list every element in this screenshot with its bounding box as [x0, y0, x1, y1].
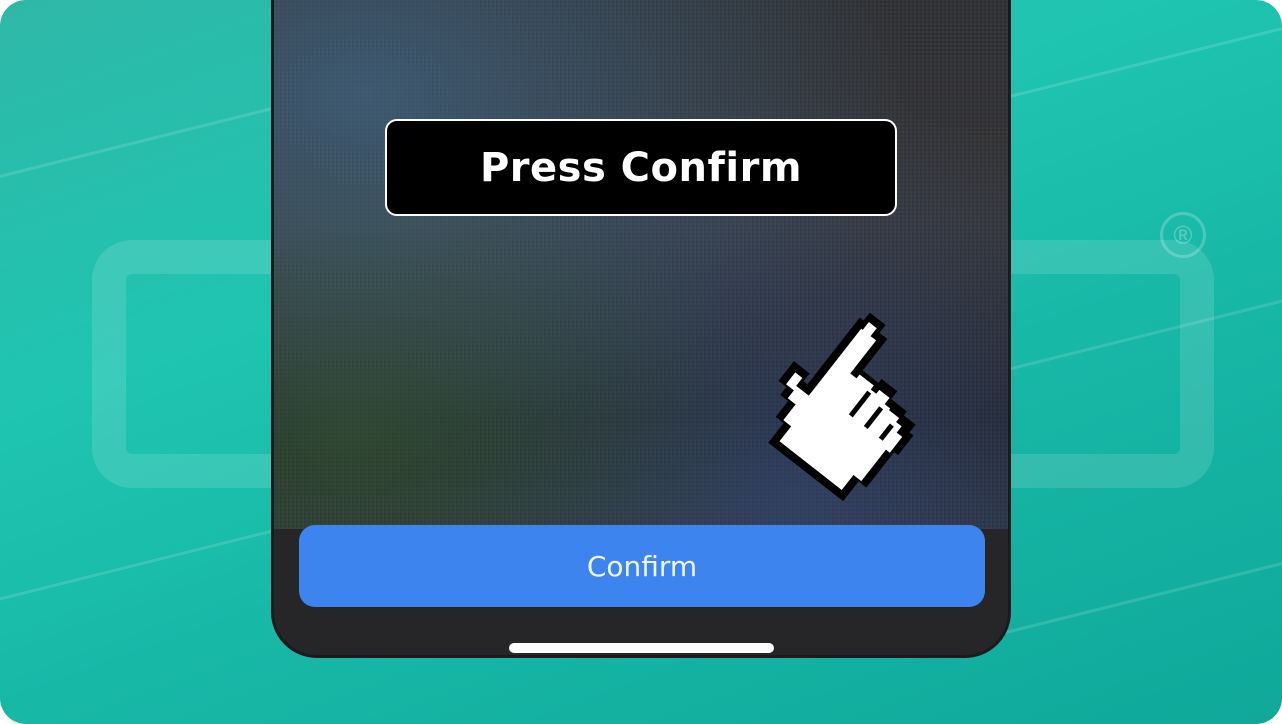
background-canvas: ® Press Confirm Confirm [0, 0, 1282, 724]
registered-mark: ® [1160, 212, 1206, 258]
instruction-label: Press Confirm [385, 119, 897, 216]
home-indicator [509, 643, 774, 653]
light-streak [985, 544, 1282, 639]
hand-pointer-icon [768, 312, 916, 502]
